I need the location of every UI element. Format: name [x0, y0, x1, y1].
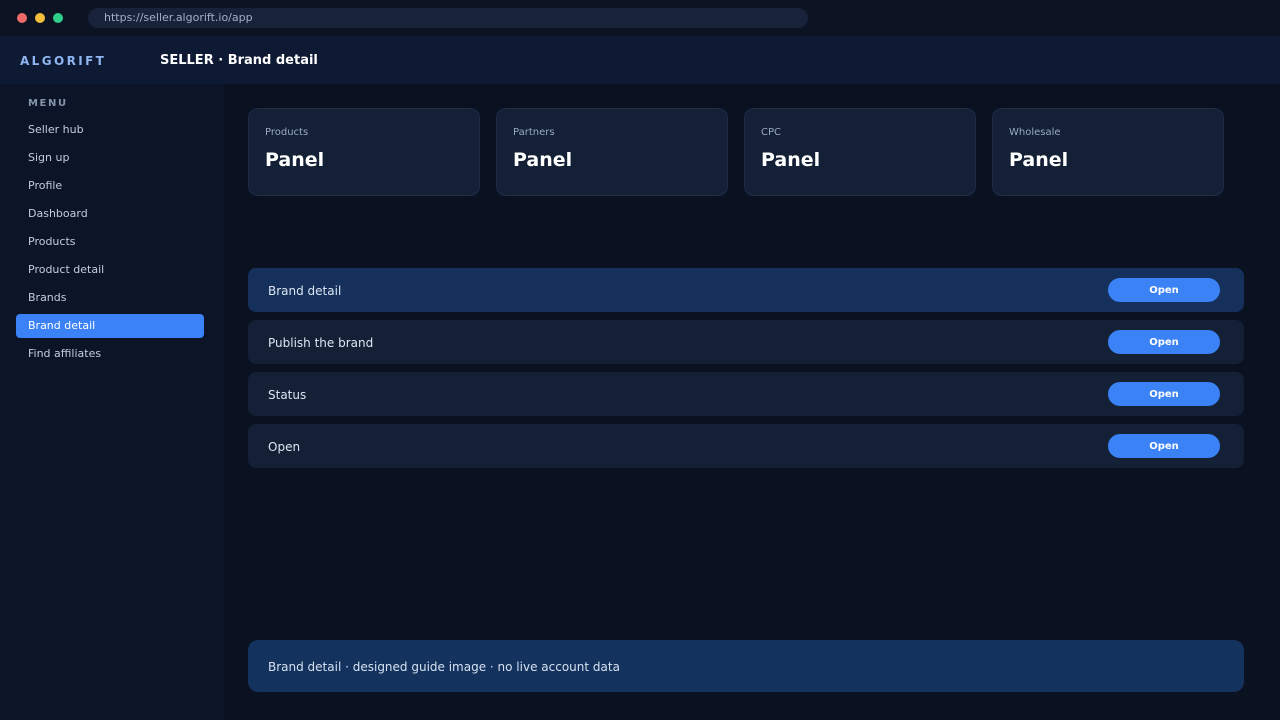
row-label: Status: [268, 388, 307, 402]
page-title: SELLER · Brand detail: [160, 53, 318, 68]
menu-heading: MENU: [28, 98, 68, 109]
footer-banner: Brand detail · designed guide image · no…: [248, 640, 1244, 692]
row-label: Open: [268, 440, 301, 454]
action-row-open: Open Open: [248, 424, 1244, 468]
stat-card-value: Panel: [513, 149, 573, 171]
sidebar-item-profile[interactable]: Profile: [16, 174, 204, 198]
open-publish-brand-button[interactable]: Open: [1108, 330, 1220, 354]
stat-card-label: Wholesale: [1009, 127, 1061, 138]
brand-logo[interactable]: ALGORIFT: [20, 36, 106, 86]
stat-card-label: Partners: [513, 127, 555, 138]
stat-card-partners: Partners Panel: [496, 108, 728, 196]
stat-card-products: Products Panel: [248, 108, 480, 196]
sidebar-item-product-detail[interactable]: Product detail: [16, 258, 204, 282]
action-row-publish-brand: Publish the brand Open: [248, 320, 1244, 364]
sidebar-item-brands[interactable]: Brands: [16, 286, 204, 310]
row-label: Brand detail: [268, 284, 342, 298]
browser-toolbar: https://seller.algorift.io/app: [0, 0, 1280, 36]
sidebar: MENU Seller hub Sign up Profile Dashboar…: [0, 84, 224, 720]
action-row-brand-detail: Brand detail Open: [248, 268, 1244, 312]
sidebar-item-seller-hub[interactable]: Seller hub: [16, 118, 204, 142]
row-label: Publish the brand: [268, 336, 374, 350]
sidebar-item-brand-detail[interactable]: Brand detail: [16, 314, 204, 338]
minimize-window-dot[interactable]: [35, 13, 45, 23]
stat-card-wholesale: Wholesale Panel: [992, 108, 1224, 196]
close-window-dot[interactable]: [17, 13, 27, 23]
stat-card-label: Products: [265, 127, 309, 138]
maximize-window-dot[interactable]: [53, 13, 63, 23]
stat-card-label: CPC: [761, 127, 781, 138]
open-brand-detail-button[interactable]: Open: [1108, 278, 1220, 302]
action-row-status: Status Open: [248, 372, 1244, 416]
sidebar-item-sign-up[interactable]: Sign up: [16, 146, 204, 170]
stat-card-value: Panel: [1009, 149, 1069, 171]
footer-note: Brand detail · designed guide image · no…: [268, 660, 620, 674]
sidebar-item-find-affiliates[interactable]: Find affiliates: [16, 342, 204, 366]
stat-card-value: Panel: [265, 149, 325, 171]
open-open-button[interactable]: Open: [1108, 434, 1220, 458]
app-header: ALGORIFT SELLER · Brand detail: [0, 36, 1280, 84]
sidebar-item-dashboard[interactable]: Dashboard: [16, 202, 204, 226]
open-status-button[interactable]: Open: [1108, 382, 1220, 406]
stat-card-cpc: CPC Panel: [744, 108, 976, 196]
address-bar[interactable]: https://seller.algorift.io/app: [88, 8, 808, 28]
sidebar-item-products[interactable]: Products: [16, 230, 204, 254]
stat-card-value: Panel: [761, 149, 821, 171]
